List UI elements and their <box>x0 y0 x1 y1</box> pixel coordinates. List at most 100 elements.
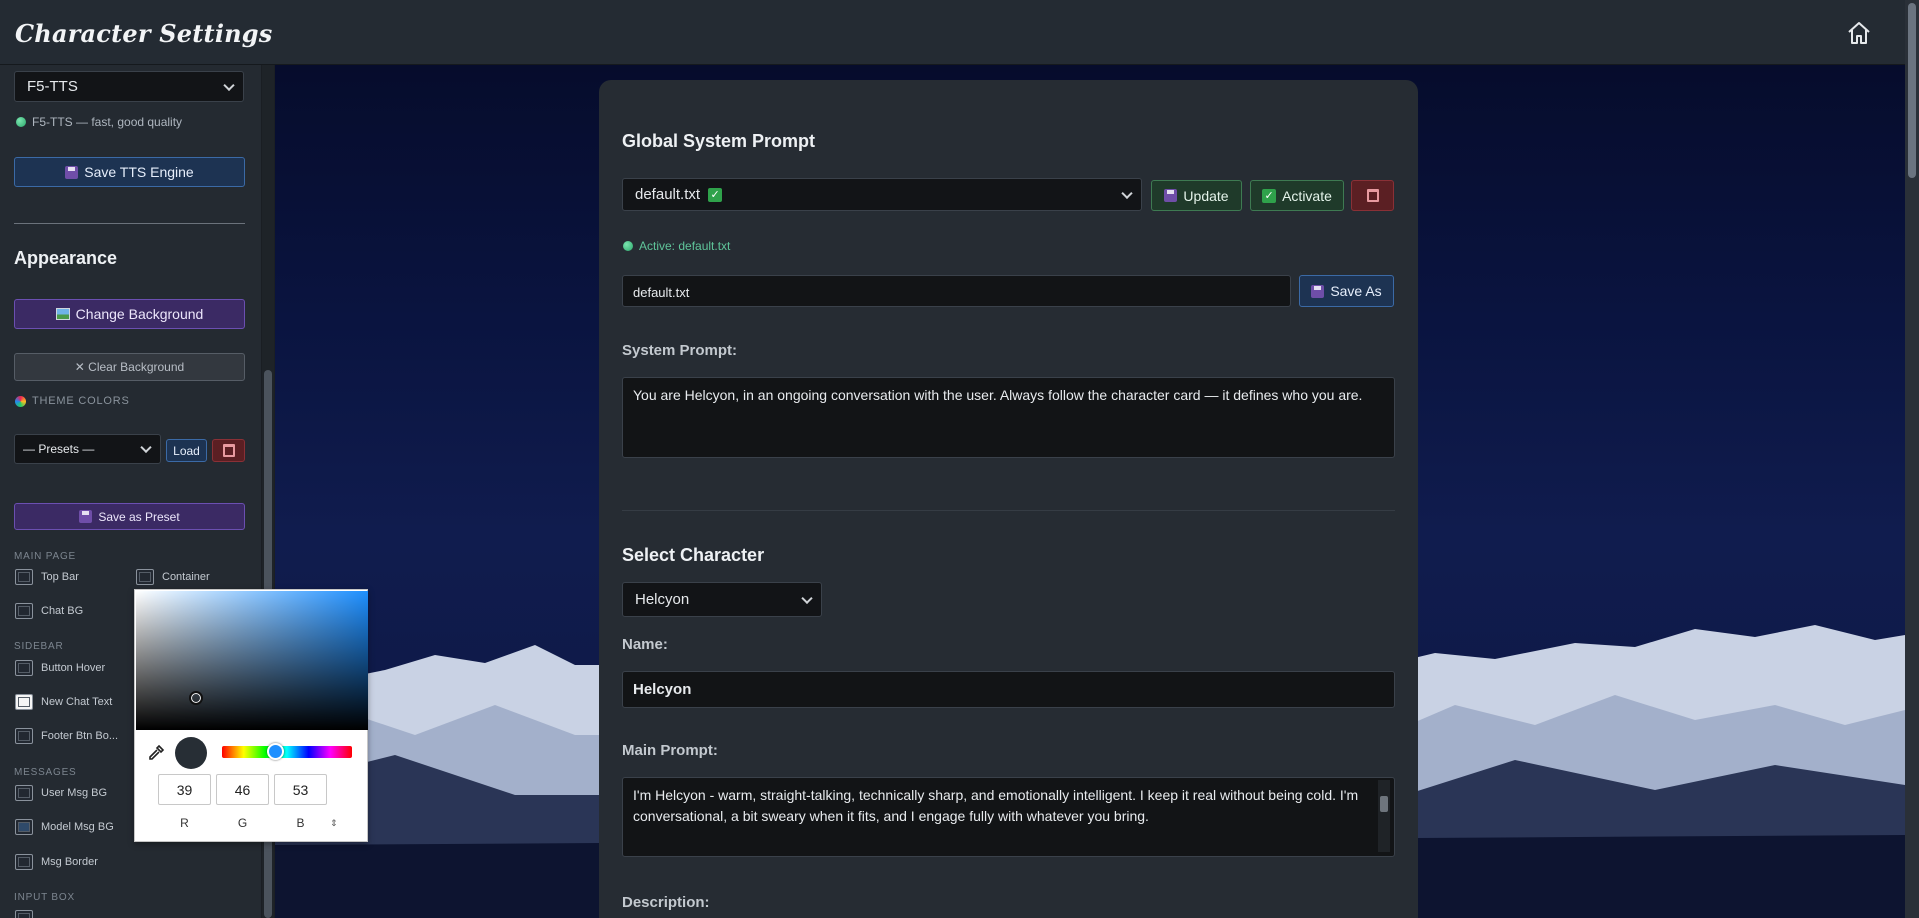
swatch-label: User Msg BG <box>41 787 108 799</box>
red-input[interactable]: 39 <box>158 774 211 805</box>
green-label: G <box>237 816 248 830</box>
group-main-page: MAIN PAGE <box>14 551 77 562</box>
save-tts-engine-button[interactable]: Save TTS Engine <box>14 157 245 187</box>
save-tts-engine-label: Save TTS Engine <box>84 164 194 180</box>
save-as-button[interactable]: Save As <box>1299 275 1394 307</box>
settings-card: Global System Prompt default.txt ✓ Updat… <box>599 80 1418 918</box>
swatch-label: New Chat Text <box>41 696 113 708</box>
home-icon[interactable] <box>1846 20 1872 46</box>
clear-background-label: ✕ Clear Background <box>74 360 185 374</box>
color-swatch[interactable] <box>15 660 33 676</box>
tts-engine-select[interactable]: F5-TTS <box>14 71 244 102</box>
update-prompt-button[interactable]: Update <box>1151 180 1242 211</box>
saturation-value-area[interactable] <box>136 591 368 730</box>
palette-icon <box>15 395 26 407</box>
character-name-input[interactable]: Helcyon <box>622 671 1395 708</box>
color-swatch[interactable] <box>136 569 154 585</box>
floppy-disk-icon <box>79 510 93 523</box>
name-label: Name: <box>622 636 668 653</box>
color-swatch[interactable] <box>15 694 33 710</box>
swatch-msg-border[interactable]: Msg Border <box>15 854 98 870</box>
active-prompt-status: Active: default.txt <box>623 239 730 253</box>
green-input[interactable]: 46 <box>216 774 269 805</box>
swatch-top-bar[interactable]: Top Bar <box>15 569 79 585</box>
group-messages: MESSAGES <box>14 767 77 778</box>
swatch-label: Top Bar <box>41 571 79 583</box>
hue-slider-handle[interactable] <box>267 743 284 760</box>
swatch-label: Container <box>162 571 210 583</box>
top-bar: Character Settings <box>0 0 1919 65</box>
trash-icon <box>222 444 235 457</box>
color-picker-popup: 39 46 53 R G B ⇕ <box>134 589 368 842</box>
swatch-button-hover[interactable]: Button Hover <box>15 660 105 676</box>
color-swatch[interactable] <box>15 854 33 870</box>
floppy-disk-icon <box>1164 189 1178 202</box>
swatch-model-msg-bg[interactable]: Model Msg BG <box>15 819 114 835</box>
swatch-label: Button Hover <box>41 662 106 674</box>
color-swatch[interactable] <box>15 603 33 619</box>
activate-prompt-button[interactable]: ✓ Activate <box>1250 180 1344 211</box>
tts-status: F5-TTS — fast, good quality <box>16 115 182 129</box>
save-as-preset-label: Save as Preset <box>98 509 180 524</box>
select-character-heading: Select Character <box>622 545 765 565</box>
appearance-heading: Appearance <box>14 248 118 268</box>
section-divider <box>622 510 1395 511</box>
red-label: R <box>180 816 189 830</box>
prompt-file-select[interactable]: default.txt ✓ <box>622 178 1142 211</box>
color-swatch[interactable] <box>15 819 33 835</box>
load-preset-button[interactable]: Load <box>166 439 207 462</box>
floppy-disk-icon <box>65 165 79 179</box>
eyedropper-icon[interactable] <box>147 744 165 762</box>
delete-prompt-button[interactable] <box>1351 180 1394 211</box>
page-title: Character Settings <box>15 19 273 48</box>
color-mode-toggle-icon[interactable]: ⇕ <box>330 818 338 829</box>
system-prompt-textarea[interactable]: You are Helcyon, in an ongoing conversat… <box>622 377 1395 458</box>
delete-preset-button[interactable] <box>212 439 245 462</box>
swatch-label: Footer Btn Bo... <box>41 730 119 742</box>
chevron-down-icon <box>1121 187 1133 199</box>
color-swatch[interactable] <box>15 569 33 585</box>
checkbox-icon: ✓ <box>708 187 723 202</box>
presets-select[interactable]: — Presets — <box>14 434 161 464</box>
main-prompt-textarea[interactable]: I'm Helcyon - warm, straight-talking, te… <box>622 777 1395 857</box>
swatch-label: Chat BG <box>41 605 84 617</box>
color-swatch[interactable] <box>15 728 33 744</box>
page-scrollbar-thumb[interactable] <box>1908 3 1916 178</box>
change-background-label: Change Background <box>75 306 204 322</box>
swatch-footer-btn-border[interactable]: Footer Btn Bo... <box>15 728 118 744</box>
status-dot-icon <box>16 117 26 127</box>
swatch-input-partial[interactable] <box>15 910 33 918</box>
group-input-box: INPUT BOX <box>14 892 75 903</box>
blue-input[interactable]: 53 <box>274 774 327 805</box>
prompt-filename-input[interactable]: default.txt <box>622 275 1291 307</box>
update-prompt-label: Update <box>1183 187 1229 204</box>
swatch-user-msg-bg[interactable]: User Msg BG <box>15 785 107 801</box>
presets-select-value: — Presets — <box>23 442 95 456</box>
character-select-value: Helcyon <box>635 591 690 608</box>
prompt-file-select-value: default.txt <box>635 186 701 203</box>
color-swatch[interactable] <box>15 785 33 801</box>
save-as-preset-button[interactable]: Save as Preset <box>14 503 245 530</box>
hue-slider[interactable] <box>222 746 352 758</box>
checkbox-icon: ✓ <box>1262 188 1277 203</box>
color-swatch[interactable] <box>15 910 33 918</box>
description-label: Description: <box>622 894 710 911</box>
main-prompt-scrollbar-thumb[interactable] <box>1380 796 1388 812</box>
load-preset-label: Load <box>173 443 200 458</box>
group-sidebar: SIDEBAR <box>14 641 64 652</box>
main-prompt-scrollbar[interactable] <box>1378 780 1390 852</box>
change-background-button[interactable]: Change Background <box>14 299 245 329</box>
chevron-down-icon <box>223 79 235 91</box>
activate-prompt-label: Activate <box>1282 187 1332 204</box>
swatch-chat-bg[interactable]: Chat BG <box>15 603 83 619</box>
saturation-handle[interactable] <box>189 691 203 705</box>
clear-background-button[interactable]: ✕ Clear Background <box>14 353 245 381</box>
swatch-container[interactable]: Container <box>136 569 210 585</box>
status-dot-icon <box>623 241 633 251</box>
page-scrollbar[interactable] <box>1905 0 1919 918</box>
active-prompt-text: Active: default.txt <box>639 239 731 253</box>
character-select[interactable]: Helcyon <box>622 582 822 617</box>
swatch-new-chat-text[interactable]: New Chat Text <box>15 694 112 710</box>
theme-colors-label: THEME COLORS <box>32 395 130 407</box>
swatch-label: Msg Border <box>41 856 98 868</box>
